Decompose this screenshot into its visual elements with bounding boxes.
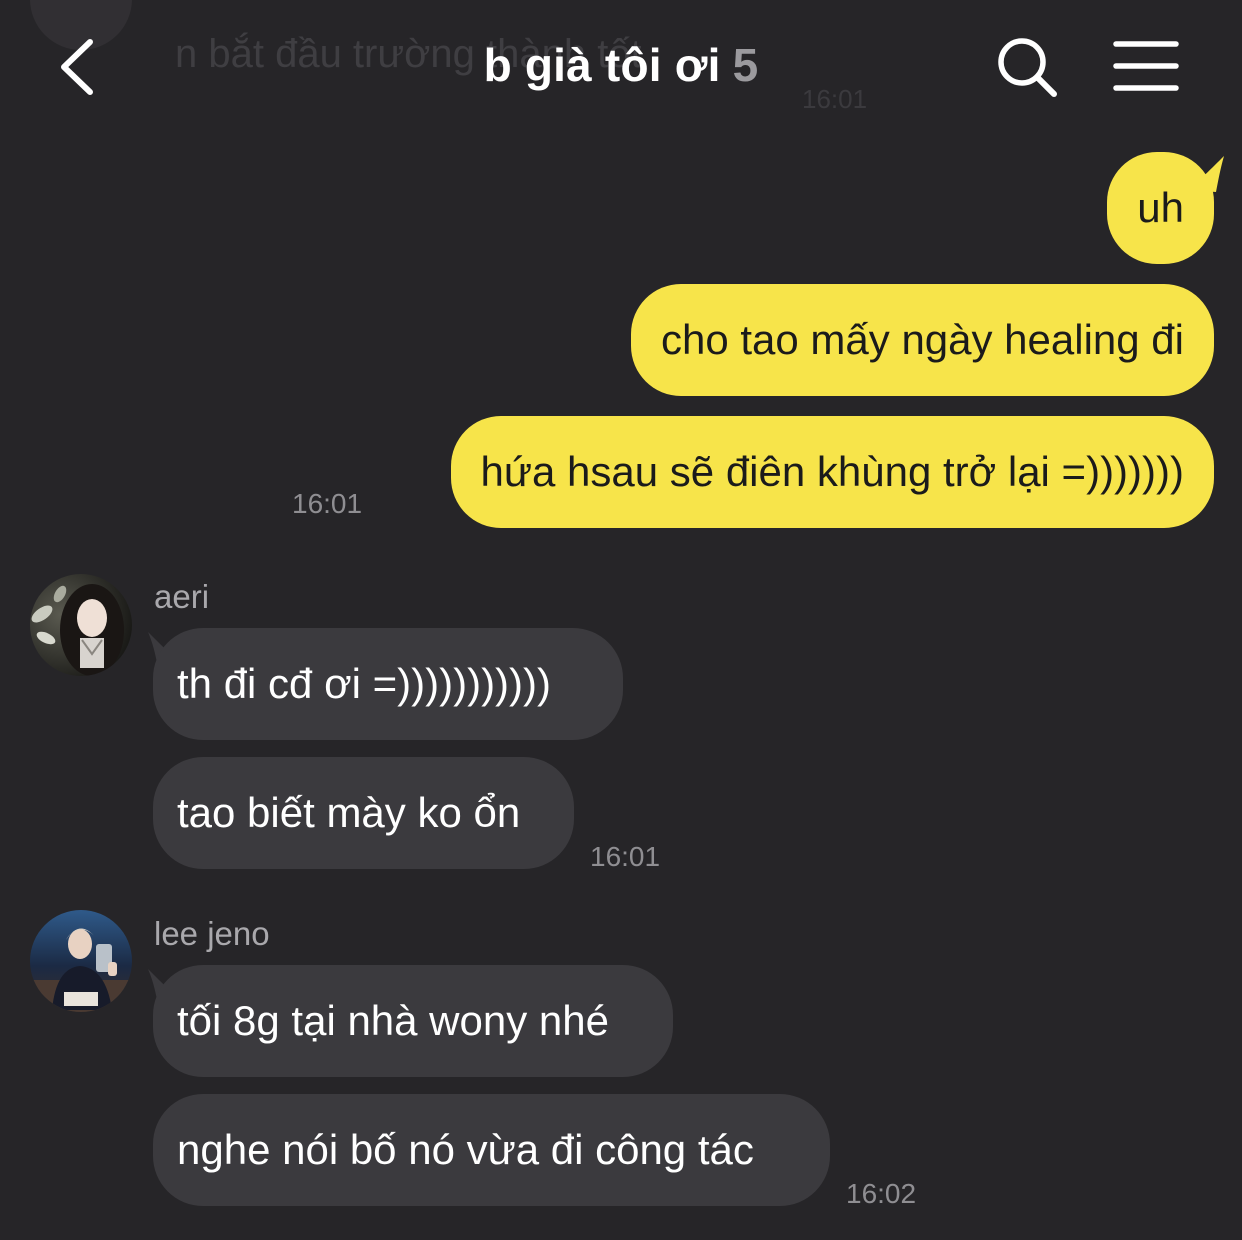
hamburger-menu-icon [1113, 41, 1179, 91]
aeri-avatar-image [30, 574, 132, 676]
incoming-message-bubble[interactable]: nghe nói bố nó vừa đi công tác [153, 1094, 830, 1206]
outgoing-message-bubble[interactable]: hứa hsau sẽ điên khùng trở lại =))))))) [450, 416, 1214, 528]
sender-name: aeri [154, 578, 210, 615]
member-count: 5 [732, 39, 759, 91]
chat-title-text: b già tôi ơi [483, 39, 721, 91]
chat-screen: n bắt đầu trường thành tốt 16:01 b già t… [0, 0, 1242, 1240]
incoming-message-bubble[interactable]: th đi cđ ơi =))))))))))) [153, 628, 623, 740]
lee-jeno-avatar-image [30, 910, 132, 1012]
message-timestamp: 16:01 [590, 841, 661, 872]
outgoing-message-bubble[interactable]: cho tao mấy ngày healing đi [630, 284, 1214, 396]
menu-button[interactable] [1112, 38, 1180, 94]
sender-name: lee jeno [154, 915, 270, 952]
incoming-message-bubble[interactable]: tao biết mày ko ổn [153, 757, 574, 869]
message-timestamp: 16:02 [846, 1178, 917, 1209]
search-icon [998, 38, 1057, 97]
chat-header: b già tôi ơi 5 [0, 0, 1242, 135]
outgoing-message-bubble[interactable]: uh [1107, 152, 1214, 264]
message-timestamp: 16:01 [292, 488, 363, 519]
avatar[interactable] [30, 910, 132, 1012]
incoming-message-bubble[interactable]: tối 8g tại nhà wony nhé [153, 965, 673, 1077]
avatar[interactable] [30, 574, 132, 676]
search-button[interactable] [994, 34, 1060, 100]
